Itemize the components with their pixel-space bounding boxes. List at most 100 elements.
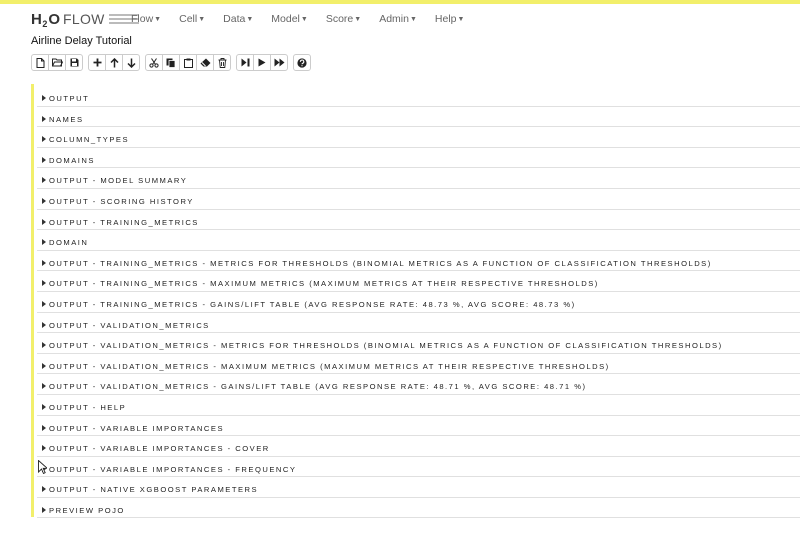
section-divider xyxy=(37,517,800,519)
output-section-domain[interactable]: DOMAIN xyxy=(37,228,800,251)
output-section-preview-pojo[interactable]: PREVIEW POJO xyxy=(37,496,800,519)
output-section-model-summary[interactable]: OUTPUT - MODEL SUMMARY xyxy=(37,166,800,189)
copy-button[interactable] xyxy=(163,55,180,70)
output-section-variable-importances-cover[interactable]: OUTPUT - VARIABLE IMPORTANCES - COVER xyxy=(37,434,800,457)
new-file-icon xyxy=(36,57,44,68)
expand-triangle-icon xyxy=(42,239,46,246)
output-section-validation-max-metrics[interactable]: OUTPUT - VALIDATION_METRICS - MAXIMUM ME… xyxy=(37,352,800,375)
new-notebook-button[interactable] xyxy=(32,55,49,70)
menu-admin[interactable]: Admin▼ xyxy=(379,13,417,25)
eraser-icon xyxy=(200,58,210,67)
caret-down-icon: ▼ xyxy=(457,16,465,23)
menu-label: Help xyxy=(434,13,457,25)
notebook-title[interactable]: Airline Delay Tutorial xyxy=(31,35,132,47)
menu-score[interactable]: Score▼ xyxy=(326,13,361,25)
output-section-label: OUTPUT xyxy=(42,94,89,103)
output-section-validation-thresholds[interactable]: OUTPUT - VALIDATION_METRICS - METRICS FO… xyxy=(37,331,800,354)
output-list: OUTPUT NAMES COLUMN_TYPES DOMAINS OUTPUT… xyxy=(37,84,800,519)
expand-triangle-icon xyxy=(42,445,46,452)
move-up-button[interactable] xyxy=(106,55,123,70)
mouse-pointer-icon xyxy=(38,460,47,474)
help-button-group xyxy=(293,54,311,71)
output-section-label: OUTPUT - NATIVE XGBOOST PARAMETERS xyxy=(42,485,258,494)
expand-triangle-icon xyxy=(42,259,46,266)
help-icon xyxy=(297,57,307,68)
expand-triangle-icon xyxy=(42,115,46,122)
run-all-button[interactable] xyxy=(271,55,287,70)
output-section-label: OUTPUT - SCORING HISTORY xyxy=(42,197,194,206)
save-notebook-button[interactable] xyxy=(66,55,82,70)
output-section-variable-importances[interactable]: OUTPUT - VARIABLE IMPORTANCES xyxy=(37,414,800,437)
output-section-label: DOMAIN xyxy=(42,238,88,247)
output-section-label: OUTPUT - VALIDATION_METRICS xyxy=(42,321,210,330)
run-step-button[interactable] xyxy=(237,55,254,70)
caret-down-icon: ▼ xyxy=(198,16,206,23)
run-button[interactable] xyxy=(254,55,271,70)
output-section-label: NAMES xyxy=(42,115,84,124)
output-section-help[interactable]: OUTPUT - HELP xyxy=(37,393,800,416)
output-section-validation-gains-lift[interactable]: OUTPUT - VALIDATION_METRICS - GAINS/LIFT… xyxy=(37,372,800,395)
output-section-label: OUTPUT - MODEL SUMMARY xyxy=(42,176,187,185)
logo-flow: FLOW xyxy=(63,11,105,27)
paste-button[interactable] xyxy=(180,55,197,70)
output-section-label: OUTPUT - VARIABLE IMPORTANCES - COVER xyxy=(42,444,270,453)
output-section-label: OUTPUT - TRAINING_METRICS - MAXIMUM METR… xyxy=(42,279,599,288)
output-section-output[interactable]: OUTPUT xyxy=(37,84,800,107)
trash-icon xyxy=(218,57,226,68)
output-section-validation-metrics[interactable]: OUTPUT - VALIDATION_METRICS xyxy=(37,311,800,334)
output-section-label: OUTPUT - VALIDATION_METRICS - METRICS FO… xyxy=(42,341,723,350)
output-section-training-max-metrics[interactable]: OUTPUT - TRAINING_METRICS - MAXIMUM METR… xyxy=(37,269,800,292)
expand-triangle-icon xyxy=(42,424,46,431)
output-section-label: PREVIEW POJO xyxy=(42,506,125,515)
output-section-label: OUTPUT - VALIDATION_METRICS - GAINS/LIFT… xyxy=(42,382,586,391)
expand-triangle-icon xyxy=(42,218,46,225)
caret-down-icon: ▼ xyxy=(354,16,362,23)
output-section-label: OUTPUT - TRAINING_METRICS - GAINS/LIFT T… xyxy=(42,300,576,309)
expand-triangle-icon xyxy=(42,506,46,513)
expand-triangle-icon xyxy=(42,300,46,307)
move-down-button[interactable] xyxy=(123,55,139,70)
open-notebook-button[interactable] xyxy=(49,55,66,70)
expand-triangle-icon xyxy=(42,156,46,163)
output-section-scoring-history[interactable]: OUTPUT - SCORING HISTORY xyxy=(37,187,800,210)
output-section-training-thresholds[interactable]: OUTPUT - TRAINING_METRICS - METRICS FOR … xyxy=(37,249,800,272)
open-folder-icon xyxy=(51,58,63,67)
help-button[interactable] xyxy=(294,55,310,70)
cell-selection-bar xyxy=(31,84,34,517)
menu-data[interactable]: Data▼ xyxy=(223,13,253,25)
cut-button[interactable] xyxy=(146,55,163,70)
menu-help[interactable]: Help▼ xyxy=(435,13,465,25)
expand-triangle-icon xyxy=(42,321,46,328)
arrow-down-icon xyxy=(126,58,136,68)
output-section-label: COLUMN_TYPES xyxy=(42,135,129,144)
expand-triangle-icon xyxy=(42,280,46,287)
h2o-flow-logo[interactable]: H 2 O FLOW xyxy=(31,11,139,31)
menu-label: Cell xyxy=(179,13,198,25)
arrow-up-icon xyxy=(109,57,119,67)
file-button-group xyxy=(31,54,83,71)
output-section-column-types[interactable]: COLUMN_TYPES xyxy=(37,125,800,148)
output-section-domains[interactable]: DOMAINS xyxy=(37,146,800,169)
plus-icon xyxy=(93,58,101,67)
fast-forward-icon xyxy=(274,58,284,67)
copy-icon xyxy=(166,58,176,68)
menu-flow[interactable]: Flow▼ xyxy=(131,13,161,25)
main-menu: Flow▼ Cell▼ Data▼ Model▼ Score▼ Admin▼ H… xyxy=(131,13,482,25)
insert-cell-button[interactable] xyxy=(89,55,106,70)
output-section-training-metrics[interactable]: OUTPUT - TRAINING_METRICS xyxy=(37,208,800,231)
expand-triangle-icon xyxy=(42,136,46,143)
navbar: H 2 O FLOW Flow▼ Cell▼ Data▼ Model▼ Scor… xyxy=(0,4,800,32)
paste-icon xyxy=(183,58,193,68)
output-section-names[interactable]: NAMES xyxy=(37,105,800,128)
menu-label: Data xyxy=(223,13,246,25)
step-forward-icon xyxy=(241,58,249,67)
delete-cell-button[interactable] xyxy=(214,55,230,70)
output-section-training-gains-lift[interactable]: OUTPUT - TRAINING_METRICS - GAINS/LIFT T… xyxy=(37,290,800,313)
caret-down-icon: ▼ xyxy=(300,16,308,23)
output-section-variable-importances-frequency[interactable]: OUTPUT - VARIABLE IMPORTANCES - FREQUENC… xyxy=(37,455,800,478)
menu-model[interactable]: Model▼ xyxy=(271,13,308,25)
menu-cell[interactable]: Cell▼ xyxy=(179,13,205,25)
output-section-label: OUTPUT - VARIABLE IMPORTANCES xyxy=(42,424,224,433)
output-section-native-xgboost-parameters[interactable]: OUTPUT - NATIVE XGBOOST PARAMETERS xyxy=(37,475,800,498)
clear-cell-button[interactable] xyxy=(197,55,214,70)
